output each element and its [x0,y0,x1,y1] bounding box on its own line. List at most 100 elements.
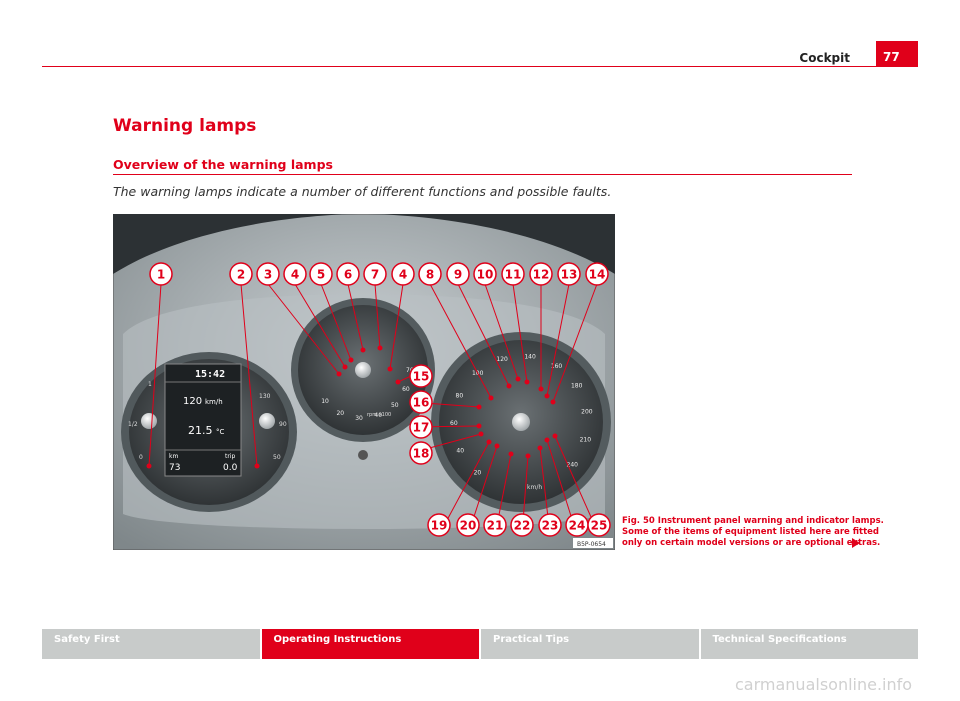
figure-caption: Fig. 50 Instrument panel warning and ind… [622,516,884,549]
callout-endpoint [476,423,482,429]
caption-line: only on certain model versions or are op… [622,538,881,548]
callout-endpoint [146,463,152,469]
callout-endpoint [552,433,558,439]
callout-endpoint [478,431,484,437]
callout-number: 19 [431,519,448,533]
callout-endpoint [537,445,543,451]
temp-tick-high: 130 [259,393,271,400]
rpm-tick-label: 60 [402,386,410,393]
page-title: Warning lamps [113,116,257,136]
callout-number: 10 [477,268,494,282]
tab-practical-tips[interactable]: Practical Tips [481,629,699,659]
instrument-panel-illustration: 10203040506070 2040608010012014016018020… [112,213,616,551]
callout-number: 5 [317,268,325,282]
callout-endpoint [488,395,494,401]
display-temp: 21.5 [188,424,213,437]
footer-nav: Safety First Operating Instructions Prac… [42,629,918,659]
callout-endpoint [508,451,514,457]
speed-tick-label: 210 [580,437,592,444]
temp-tick-low: 50 [273,454,281,461]
display-km-label: km [169,453,178,460]
display-trip-value: 0.0 [223,463,238,473]
callout-number: 9 [454,268,462,282]
callout-endpoint [525,453,531,459]
callout-endpoint [486,439,492,445]
watermark: carmanualsonline.info [735,675,913,694]
callout-number: 11 [505,268,522,282]
display-trip-label: trip [225,453,235,460]
callout-number: 13 [561,268,578,282]
callout-number: 20 [460,519,477,533]
callout-endpoint [524,379,530,385]
speed-tick-label: 80 [456,393,464,400]
callout-endpoint [515,376,521,382]
callout-endpoint [494,443,500,449]
instrument-panel-figure: 10203040506070 2040608010012014016018020… [112,213,616,551]
display-speed-unit: km/h [205,398,223,406]
callout-number: 6 [344,268,352,282]
tab-safety-first[interactable]: Safety First [42,629,260,659]
callout-number: 22 [514,519,531,533]
section-subheading: Overview of the warning lamps [113,157,333,172]
subheading-rule [113,174,852,175]
tab-operating-instructions[interactable]: Operating Instructions [261,629,479,659]
rpm-unit-label: rpm x100 [367,412,391,418]
fuel-tick-half: 1/2 [128,421,138,428]
rpm-tick-label: 20 [336,410,344,417]
rpm-tick-label: 10 [321,398,329,405]
callout-number: 24 [569,519,586,533]
callout-endpoint [360,347,366,353]
callout-endpoint [538,386,544,392]
callout-endpoint [254,463,260,469]
callout-number: 25 [591,519,608,533]
callout-number: 1 [157,268,165,282]
page-number: 77 [876,41,918,67]
callout-endpoint [348,357,354,363]
intro-text: The warning lamps indicate a number of d… [113,184,612,199]
speed-tick-label: 140 [524,354,536,361]
callout-endpoint [544,437,550,443]
callout-endpoint [342,364,348,370]
callout-number: 14 [589,268,606,282]
tab-technical-specifications[interactable]: Technical Specifications [700,629,918,659]
section-title: Cockpit [799,51,850,65]
continue-arrow-icon [852,538,860,548]
speed-tick-label: 120 [496,356,508,363]
callout-endpoint [506,383,512,389]
display-avg-speed: 120 [183,396,202,407]
callout-number: 4 [399,268,407,282]
speed-tick-label: 200 [581,409,593,416]
callout-number: 7 [371,268,379,282]
callout-endpoint [476,404,482,410]
callout-number: 3 [264,268,272,282]
callout-endpoint [395,379,401,385]
callout-endpoint [550,399,556,405]
speed-tick-label: 180 [571,382,583,389]
speed-unit-label: km/h [527,484,542,491]
header-rule [42,66,918,67]
callout-endpoint [377,345,383,351]
callout-number: 15 [413,370,430,384]
callout-number: 18 [413,447,430,461]
rpm-tick-label: 30 [355,415,363,422]
speed-tick-label: 20 [474,470,482,477]
display-km-value: 73 [169,463,180,473]
callout-endpoint [544,393,550,399]
callout-number: 17 [413,421,430,435]
callout-number: 8 [426,268,434,282]
callout-number: 21 [487,519,504,533]
callout-number: 12 [533,268,550,282]
callout-number: 4 [291,268,299,282]
fuel-tick-full: 1 [148,381,152,388]
caption-line: Fig. 50 Instrument panel warning and ind… [622,516,884,526]
speed-tick-label: 40 [456,447,464,454]
callout-number: 23 [542,519,559,533]
fuel-tick-empty: 0 [139,454,143,461]
display-time: 15:42 [195,369,225,380]
caption-line: Some of the items of equipment listed he… [622,527,880,537]
rpm-tick-label: 50 [391,402,399,409]
temp-tick-mid: 90 [279,421,287,428]
display-temp-unit: °C [216,428,225,436]
callout-endpoint [336,371,342,377]
figure-code: B5P-0654 [577,541,606,548]
